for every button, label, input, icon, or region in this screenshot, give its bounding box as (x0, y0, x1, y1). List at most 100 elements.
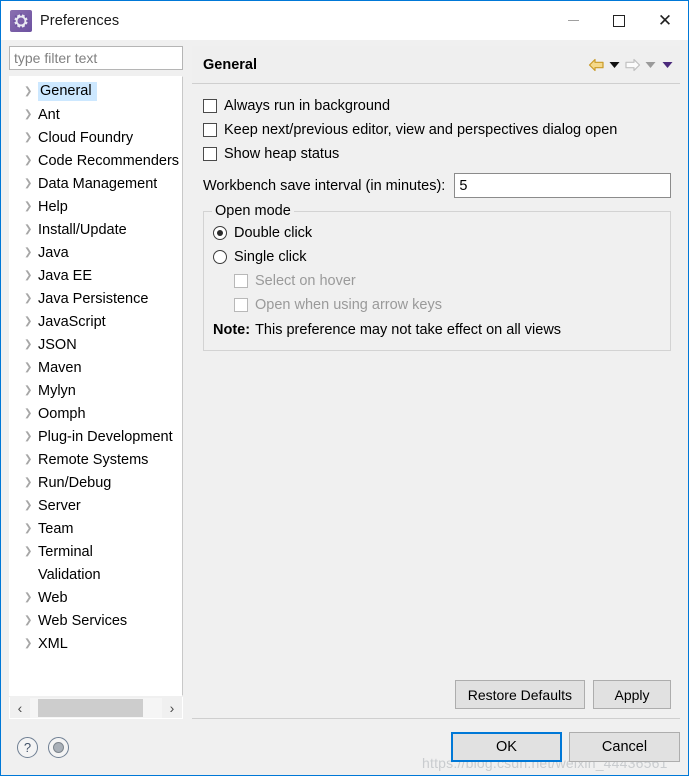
expand-chevron-icon[interactable]: ❯ (24, 362, 38, 373)
tree-item-json[interactable]: ❯ JSON (10, 333, 182, 356)
tree-item-label: Java Persistence (38, 290, 149, 307)
preference-tree[interactable]: ❯ General ❯ Ant ❯ Cloud Foundry ❯ Code Recommen… (9, 76, 183, 696)
scrollbar-track[interactable] (30, 697, 162, 718)
expand-chevron-icon[interactable]: ❯ (24, 201, 38, 212)
window-title: Preferences (40, 12, 120, 29)
checkbox-row-0[interactable]: Always run in background (203, 94, 680, 118)
apply-button[interactable]: Apply (593, 680, 671, 709)
expand-chevron-icon[interactable]: ❯ (24, 500, 38, 511)
preference-tree-panel: ❯General❯Ant❯Cloud Foundry❯Code Recommen… (9, 40, 183, 719)
radio-single-click[interactable] (213, 250, 227, 264)
expand-chevron-icon[interactable]: ❯ (24, 270, 38, 281)
tree-item-remote-systems[interactable]: ❯ Remote Systems (10, 448, 182, 471)
filter-input[interactable] (9, 46, 183, 70)
tree-item-code-recommenders[interactable]: ❯ Code Recommenders (10, 149, 182, 172)
expand-chevron-icon[interactable]: ❯ (24, 86, 38, 97)
filled-circle-glyph (53, 741, 64, 753)
expand-chevron-icon[interactable]: ❯ (24, 454, 38, 465)
radio-double-click-label: Double click (234, 225, 313, 241)
tree-item-team[interactable]: ❯ Team (10, 517, 182, 540)
tree-item-terminal[interactable]: ❯ Terminal (10, 540, 182, 563)
expand-chevron-icon[interactable]: ❯ (24, 546, 38, 557)
close-button[interactable]: ✕ (642, 1, 688, 40)
minimize-button[interactable] (550, 1, 596, 40)
maximize-button[interactable] (596, 1, 642, 40)
workbench-save-interval-input[interactable] (454, 173, 671, 198)
open-mode-single-click-row[interactable]: Single click (213, 245, 670, 269)
tree-item-mylyn[interactable]: ❯ Mylyn (10, 379, 182, 402)
expand-chevron-icon[interactable]: ❯ (24, 638, 38, 649)
tree-item-general[interactable]: ❯ General (10, 80, 182, 103)
tree-item-cloud-foundry[interactable]: ❯ Cloud Foundry (10, 126, 182, 149)
footer-icons: ? (17, 736, 69, 758)
expand-chevron-icon[interactable]: ❯ (24, 477, 38, 488)
tree-item-web-services[interactable]: ❯ Web Services (10, 609, 182, 632)
expand-chevron-icon[interactable]: ❯ (24, 316, 38, 327)
tree-item-java[interactable]: ❯ Java (10, 241, 182, 264)
expand-chevron-icon[interactable]: ❯ (24, 339, 38, 350)
expand-chevron-icon[interactable]: ❯ (24, 109, 38, 120)
expand-chevron-icon[interactable]: ❯ (24, 178, 38, 189)
tree-item-javascript[interactable]: ❯ JavaScript (10, 310, 182, 333)
back-history-dropdown-icon[interactable] (606, 54, 623, 76)
checkbox-row-2[interactable]: Show heap status (203, 142, 680, 166)
apply-and-close-hint-icon[interactable] (48, 736, 69, 758)
scrollbar-thumb[interactable] (38, 698, 143, 717)
tree-item-xml[interactable]: ❯ XML (10, 632, 182, 655)
expand-chevron-icon[interactable]: ❯ (24, 592, 38, 603)
checkbox-always-run-in-background[interactable] (203, 99, 217, 113)
expand-chevron-icon[interactable]: ❯ (24, 224, 38, 235)
scroll-left-arrow-icon[interactable]: ‹ (10, 697, 30, 718)
help-question-icon[interactable]: ? (17, 736, 38, 758)
tree-item-label: Code Recommenders (38, 152, 180, 169)
back-arrow-icon[interactable] (587, 54, 606, 76)
tree-item-plug-in-development[interactable]: ❯ Plug-in Development (10, 425, 182, 448)
forward-arrow-icon (623, 54, 642, 76)
checkbox-label: Show heap status (224, 146, 340, 162)
expand-chevron-icon[interactable]: ❯ (24, 523, 38, 534)
tree-item-label: Validation (38, 566, 101, 583)
chevron-down-disabled-icon (645, 61, 656, 68)
tree-item-web[interactable]: ❯ Web (10, 586, 182, 609)
tree-item-run-debug[interactable]: ❯ Run/Debug (10, 471, 182, 494)
radio-double-click[interactable] (213, 226, 227, 240)
tree-item-ant[interactable]: ❯ Ant (10, 103, 182, 126)
tree-item-help[interactable]: ❯ Help (10, 195, 182, 218)
page-nav-icons (587, 54, 676, 76)
tree-item-data-management[interactable]: ❯ Data Management (10, 172, 182, 195)
expand-chevron-icon[interactable]: ❯ (24, 293, 38, 304)
dialog-buttons: OK Cancel (451, 732, 680, 762)
open-mode-double-click-row[interactable]: Double click (213, 221, 670, 245)
expand-chevron-icon[interactable]: ❯ (24, 385, 38, 396)
tree-item-install-update[interactable]: ❯ Install/Update (10, 218, 182, 241)
tree-item-label: Ant (38, 106, 60, 123)
chevron-down-menu-icon (662, 61, 673, 68)
open-mode-group: Open mode Double click Single click Sele… (203, 203, 671, 351)
title-bar: Preferences ✕ (1, 1, 688, 40)
tree-item-oomph[interactable]: ❯ Oomph (10, 402, 182, 425)
checkbox-keep-next-previous-editor-view-and-perspectives-dialog-open[interactable] (203, 123, 217, 137)
ok-button[interactable]: OK (451, 732, 562, 762)
tree-horizontal-scrollbar[interactable]: ‹ › (9, 697, 183, 719)
checkbox-open-when-using-arrow-keys (234, 298, 248, 312)
expand-chevron-icon[interactable]: ❯ (24, 408, 38, 419)
expand-chevron-icon[interactable]: ❯ (24, 431, 38, 442)
tree-item-java-ee[interactable]: ❯ Java EE (10, 264, 182, 287)
checkbox-row-1[interactable]: Keep next/previous editor, view and pers… (203, 118, 680, 142)
tree-item-maven[interactable]: ❯ Maven (10, 356, 182, 379)
checkbox-show-heap-status[interactable] (203, 147, 217, 161)
tree-item-server[interactable]: ❯ Server (10, 494, 182, 517)
expand-chevron-icon[interactable]: ❯ (24, 615, 38, 626)
expand-chevron-icon[interactable]: ❯ (24, 132, 38, 143)
dialog-footer: ? https://blog.csdn.net/weixin_44436561 … (1, 719, 688, 775)
expand-chevron-icon[interactable]: ❯ (24, 247, 38, 258)
expand-chevron-icon[interactable]: ❯ (24, 155, 38, 166)
cancel-button[interactable]: Cancel (569, 732, 680, 762)
tree-item-java-persistence[interactable]: ❯ Java Persistence (10, 287, 182, 310)
maximize-icon (613, 14, 625, 27)
tree-item-validation[interactable]: Validation (10, 563, 182, 586)
forward-history-dropdown-icon (642, 54, 659, 76)
restore-defaults-button[interactable]: Restore Defaults (454, 680, 585, 709)
view-menu-dropdown-icon[interactable] (659, 54, 676, 76)
scroll-right-arrow-icon[interactable]: › (162, 697, 182, 718)
